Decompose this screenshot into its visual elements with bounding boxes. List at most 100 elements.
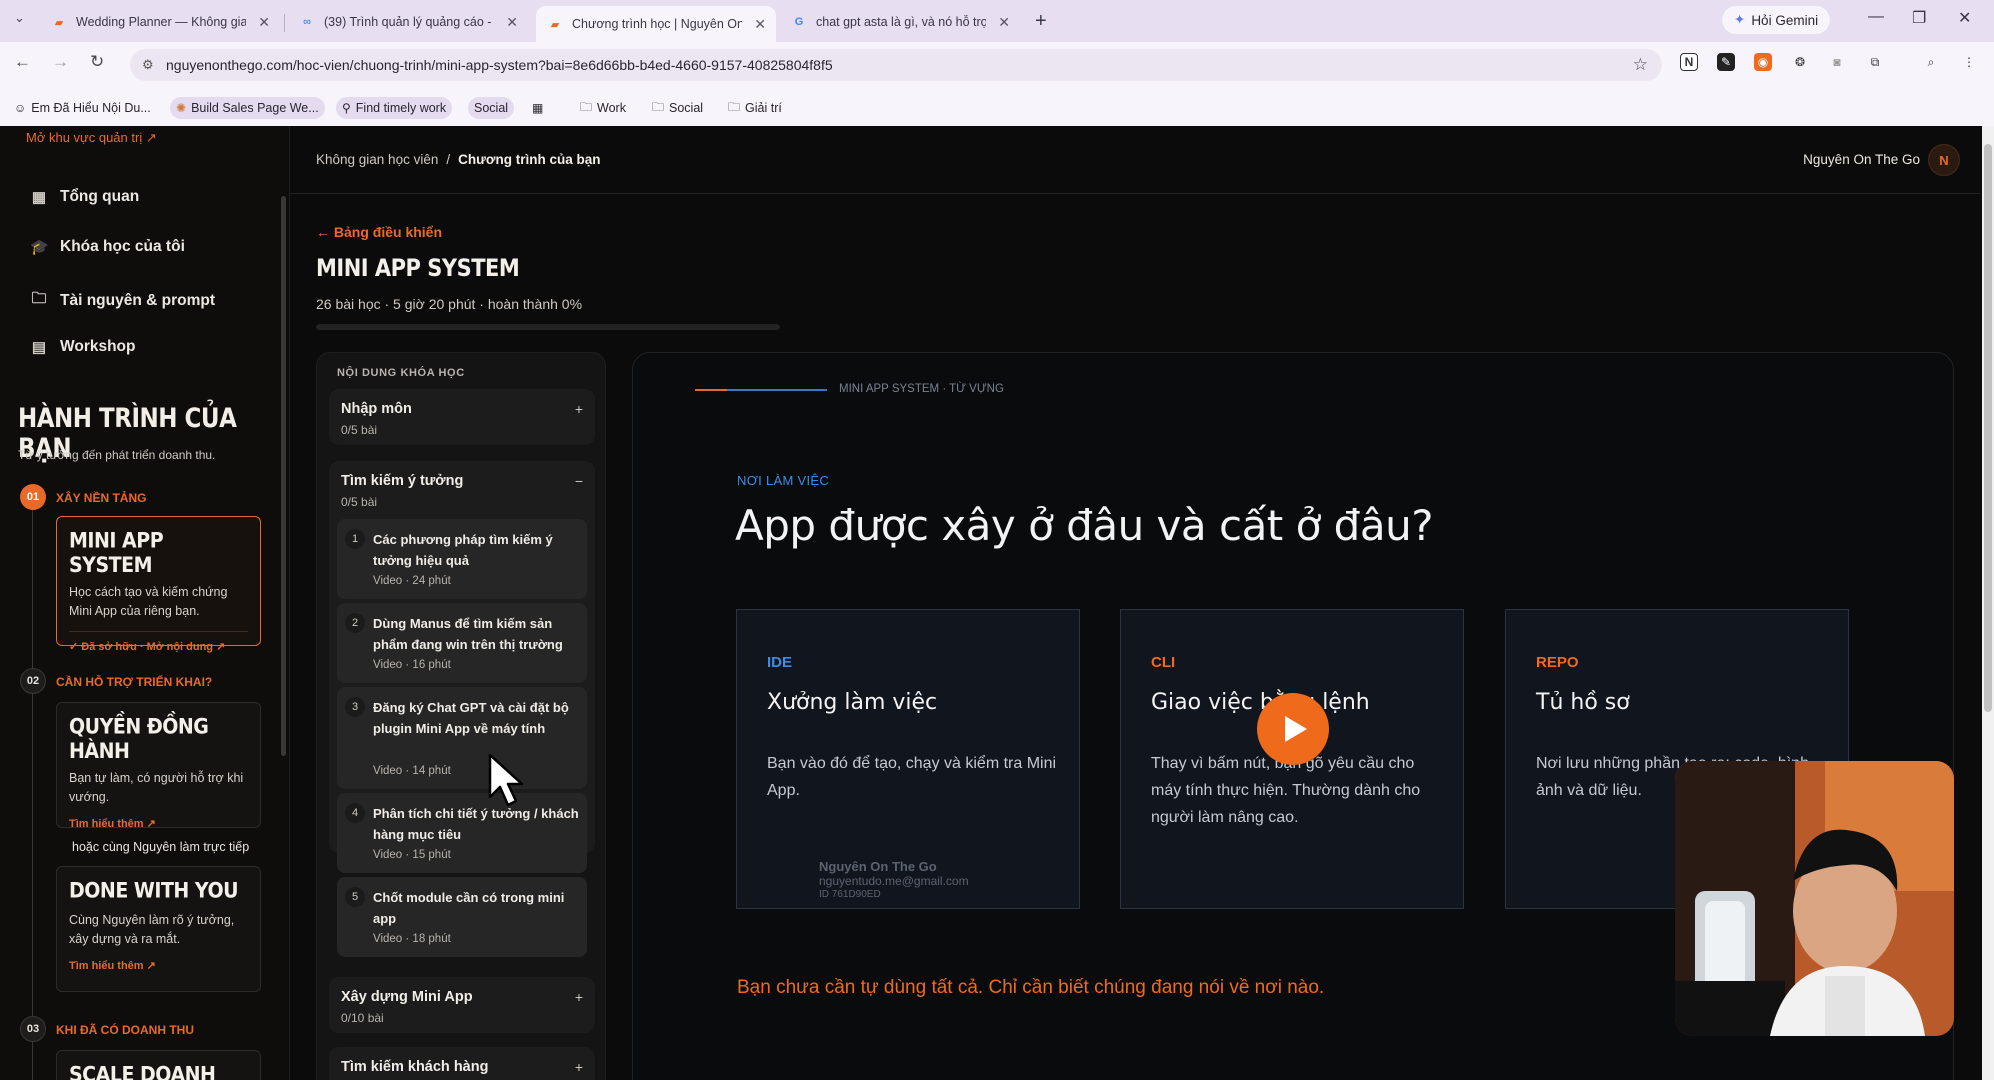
window-close-icon[interactable]: ✕ <box>1958 8 1971 28</box>
breadcrumb-current: Chương trình của bạn <box>458 152 601 167</box>
bookmark-item[interactable]: ☺ Em Đã Hiểu Nội Du... <box>8 97 157 119</box>
open-content-link[interactable]: ✓ Đã sở hữu · Mở nội dung ↗ <box>69 631 248 653</box>
bookmark-folder[interactable]: 🗀 Work <box>574 97 632 119</box>
reload-icon[interactable]: ↻ <box>90 52 104 72</box>
sidebar-item-workshop[interactable]: ▤ Workshop <box>30 338 136 356</box>
bookmark-folder[interactable]: 🗀 Social <box>646 97 709 119</box>
folder-icon: 🗀 <box>31 290 47 307</box>
card-quyen-dong-hanh[interactable]: QUYỀN ĐỒNG HÀNH Bạn tự làm, có người hỗ … <box>56 702 261 830</box>
lesson-item[interactable]: 2 Dùng Manus để tìm kiếm sản phẩm đang w… <box>337 603 587 683</box>
page: Mở khu vực quản trị ↗ ▦ Tổng quan 🎓 Khóa h… <box>0 126 1994 1080</box>
bookmark-folder[interactable]: 🗀 Giải trí <box>722 97 788 119</box>
expand-icon[interactable]: + <box>575 989 583 1005</box>
new-tab-icon[interactable]: + <box>1035 10 1047 33</box>
module-build-mini-app[interactable]: Xây dựng Mini App 0/10 bài + <box>329 977 595 1033</box>
module-find-customers[interactable]: Tìm kiếm khách hàng + <box>329 1047 595 1080</box>
step-label: KHI ĐÃ CÓ DOANH THU <box>56 1023 194 1037</box>
sidebar-scrollbar[interactable] <box>281 196 286 756</box>
sidebar-item-overview[interactable]: ▦ Tổng quan <box>30 188 139 206</box>
extension-icon[interactable]: ✎ <box>1717 53 1735 71</box>
slide-accent-bar <box>727 389 827 391</box>
slide-heading: App được xây ở đâu và cất ở đâu? <box>735 501 1433 550</box>
meta-icon: ∞ <box>303 16 311 28</box>
emoji-icon: ☺ <box>14 101 27 115</box>
back-to-dashboard-link[interactable]: ← Bảng điều khiển <box>316 224 442 240</box>
presenter-video-frame <box>1675 761 1954 1036</box>
course-outline: NỘI DUNG KHÓA HỌC Nhập môn 0/5 bài + Tìm… <box>316 352 606 1080</box>
lesson-item[interactable]: 5 Chốt module cần có trong mini app Vide… <box>337 877 587 957</box>
card-done-with-you[interactable]: DONE WITH YOU Cùng Nguyên làm rõ ý tưởng… <box>56 866 261 992</box>
expand-icon[interactable]: + <box>575 401 583 417</box>
tab-course-program[interactable]: ▰ Chương trình học | Nguyên On ✕ <box>536 6 776 42</box>
sidebar-item-resources[interactable]: 🗀 Tài nguyên & prompt <box>30 288 215 313</box>
step-number: 01 <box>20 484 46 510</box>
expand-icon[interactable]: + <box>575 1059 583 1075</box>
step-number: 02 <box>20 668 46 694</box>
sidebar-item-my-courses[interactable]: 🎓 Khóa học của tôi <box>30 238 185 256</box>
folder-icon: 🗀 <box>728 99 741 114</box>
profile-search-icon[interactable]: ⌕ <box>1922 53 1940 71</box>
calendar-icon: ▤ <box>31 339 47 356</box>
admin-area-link[interactable]: Mở khu vực quản trị ↗ <box>26 130 157 146</box>
concept-card-ide: IDE Xưởng làm việc Bạn vào đó để tạo, ch… <box>736 609 1080 909</box>
address-bar[interactable]: ⚙ nguyenonthego.com/hoc-vien/chuong-trin… <box>130 49 1662 81</box>
page-scrollbar-thumb[interactable] <box>1984 144 1992 712</box>
outline-heading: NỘI DUNG KHÓA HỌC <box>337 367 465 379</box>
journey-subtitle: Từ ý tưởng đến phát triển doanh thu. <box>18 448 216 462</box>
card-scale-revenue[interactable]: SCALE DOANH THU <box>56 1050 261 1080</box>
tab-search-chevron-icon[interactable]: ⌄ <box>14 10 25 26</box>
close-icon[interactable]: ✕ <box>754 16 766 33</box>
restore-icon[interactable]: ❐ <box>1912 8 1926 28</box>
close-icon[interactable]: ✕ <box>998 14 1010 31</box>
collapse-icon[interactable]: − <box>575 473 583 489</box>
or-text: hoặc cùng Nguyên làm trực tiếp <box>72 840 250 854</box>
bookmark-item[interactable]: ✺ Build Sales Page We... <box>170 97 325 119</box>
card-mini-app-system[interactable]: MINI APP SYSTEM Học cách tạo và kiếm chứ… <box>56 516 261 653</box>
bookmark-item[interactable]: Social <box>468 97 515 119</box>
close-icon[interactable]: ✕ <box>258 14 270 31</box>
page-scrollbar[interactable] <box>1982 126 1994 1080</box>
forward-arrow-icon[interactable]: → <box>52 52 69 72</box>
bookmark-apps[interactable]: ▦ <box>526 97 554 119</box>
close-icon[interactable]: ✕ <box>506 14 518 31</box>
learn-more-link[interactable]: Tìm hiểu thêm ↗ <box>69 817 248 830</box>
learn-more-link[interactable]: Tìm hiểu thêm ↗ <box>69 959 248 972</box>
lesson-item[interactable]: 1 Các phương pháp tìm kiếm ý tưởng hiệu … <box>337 519 587 599</box>
course-title: MINI APP SYSTEM <box>316 254 520 282</box>
tab-google-search[interactable]: G chat gpt asta là gì, và nó hỗ trợ ✕ <box>780 6 1020 38</box>
folder-icon: 🗀 <box>580 99 593 114</box>
grid-icon: ▦ <box>31 189 47 206</box>
module-intro[interactable]: Nhập môn 0/5 bài + <box>329 389 595 445</box>
extension-icon[interactable]: ◉ <box>1754 53 1772 71</box>
back-arrow-icon[interactable]: ← <box>14 52 31 72</box>
sidebar: Mở khu vực quản trị ↗ ▦ Tổng quan 🎓 Khóa h… <box>0 126 290 1080</box>
lesson-item[interactable]: 4 Phân tích chi tiết ý tưởng / khách hàn… <box>337 793 587 873</box>
user-name[interactable]: Nguyên On The Go <box>1803 152 1920 167</box>
camera-extension-icon[interactable]: ◙ <box>1828 53 1846 71</box>
tab-ads-manager[interactable]: ∞ (39) Trình quản lý quảng cáo - C ✕ <box>288 6 528 38</box>
watermark: Nguyên On The Go nguyentudo.me@gmail.com… <box>819 859 969 901</box>
menu-kebab-icon[interactable]: ⋮ <box>1960 53 1978 71</box>
chatgpt-extension-icon[interactable]: ❂ <box>1791 53 1809 71</box>
minimize-icon[interactable]: — <box>1868 8 1884 26</box>
tab-wedding-planner[interactable]: ▰ Wedding Planner — Không gia ✕ <box>40 6 280 38</box>
gemini-button[interactable]: ✦ Hỏi Gemini <box>1722 6 1831 34</box>
breadcrumb-root[interactable]: Không gian học viên <box>316 152 438 167</box>
breadcrumb: Không gian học viên / Chương trình của bạn <box>316 152 601 167</box>
bookmarks-bar: ☺ Em Đã Hiểu Nội Du... ✺ Build Sales Page … <box>0 88 1994 126</box>
webcam-overlay <box>1675 761 1954 1036</box>
step-label: XÂY NỀN TẢNG <box>56 491 147 505</box>
claude-icon: ✺ <box>176 101 187 115</box>
bookmark-item[interactable]: ⚲ Find timely work <box>336 97 453 119</box>
avatar[interactable]: N <box>1928 144 1960 176</box>
lesson-item[interactable]: 3 Đăng ký Chat GPT và cài đặt bộ plugin … <box>337 687 587 789</box>
module-find-ideas[interactable]: Tìm kiếm ý tưởng 0/5 bài − 1 Các phương … <box>329 461 595 873</box>
play-button[interactable] <box>1257 693 1329 765</box>
notion-extension-icon[interactable]: N <box>1680 53 1698 71</box>
bookmark-star-icon[interactable]: ☆ <box>1633 55 1648 75</box>
orange-doc-icon: ▰ <box>550 18 560 31</box>
puzzle-extensions-icon[interactable]: ⧉ <box>1866 53 1884 71</box>
gemini-star-icon: ✦ <box>1734 12 1746 27</box>
slide-accent-bar <box>695 389 727 391</box>
site-info-icon[interactable]: ⚙ <box>142 57 154 73</box>
